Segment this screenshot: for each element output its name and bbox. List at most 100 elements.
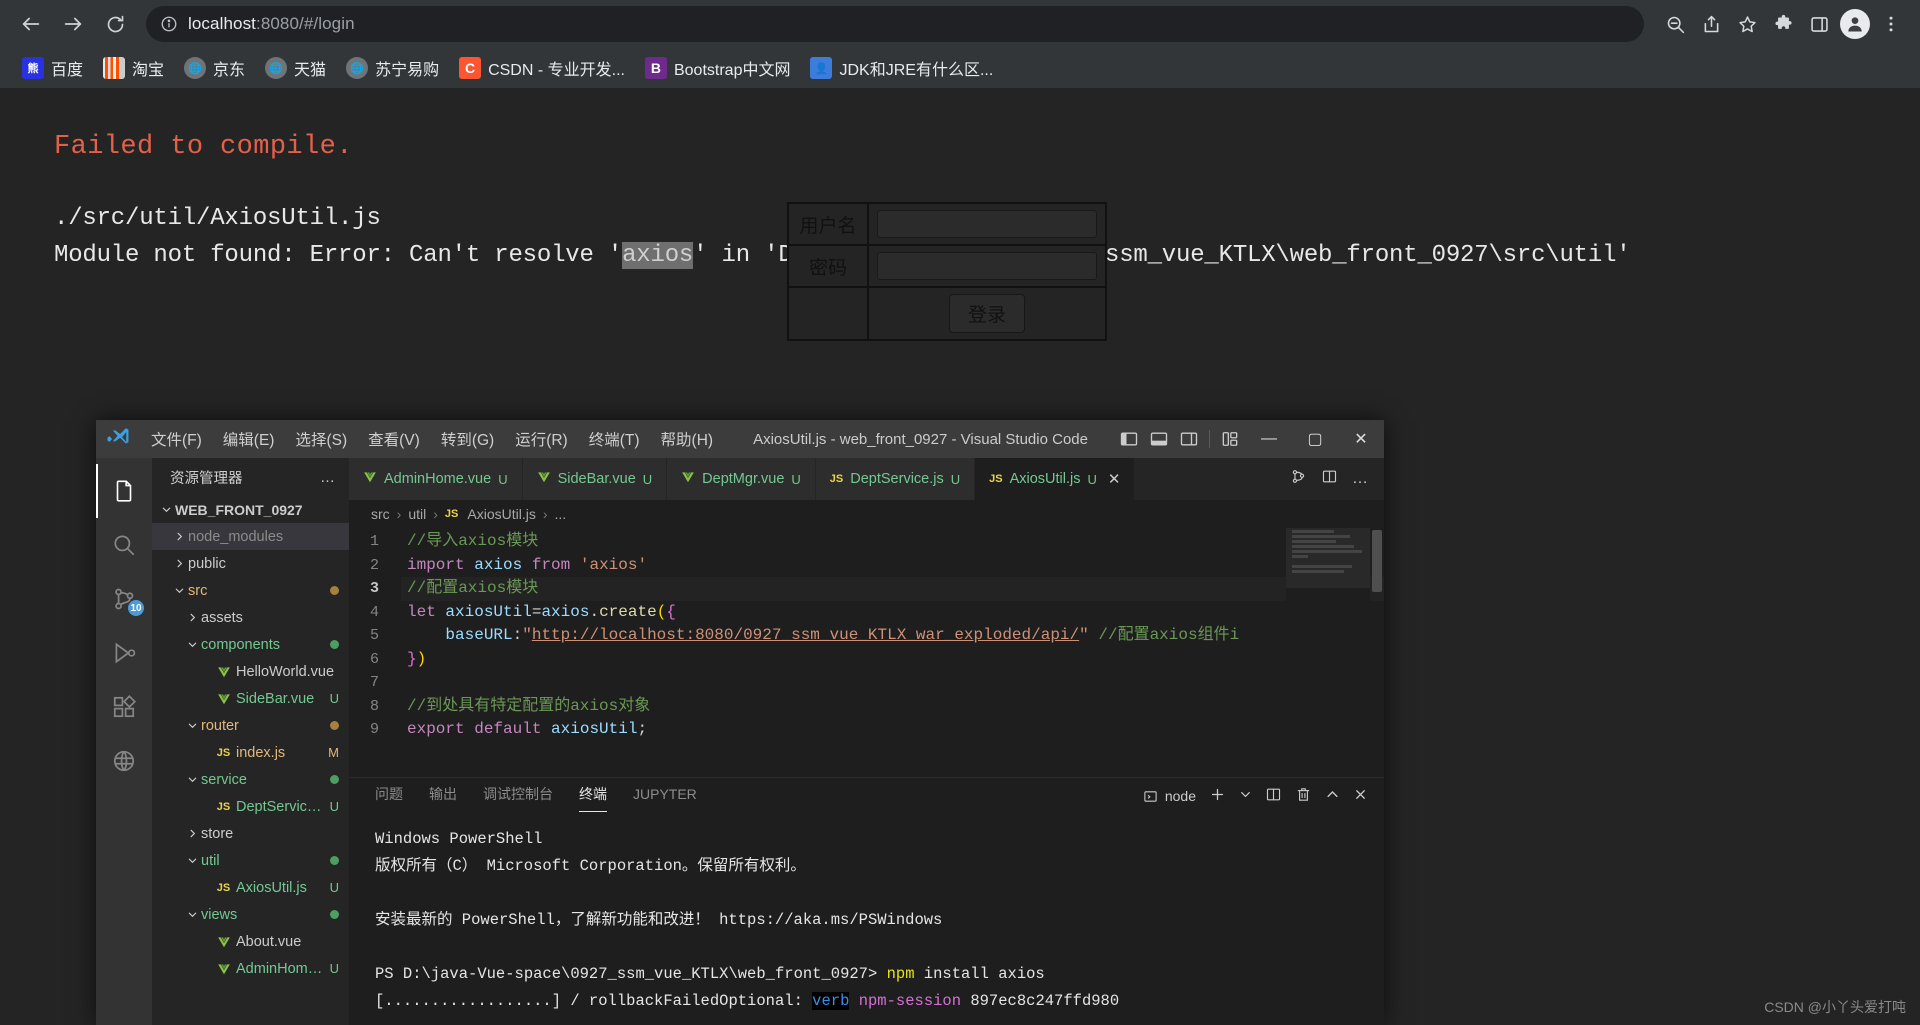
password-input[interactable] [877, 252, 1097, 280]
tree-item-adminhome-vue[interactable]: AdminHome.vue U [152, 955, 349, 982]
back-button[interactable] [12, 5, 50, 43]
tree-item-axiosutil-js[interactable]: JS AxiosUtil.js U [152, 874, 349, 901]
tree-item-index-js[interactable]: JS index.js M [152, 739, 349, 766]
tree-item-views[interactable]: views [152, 901, 349, 928]
tree-item-assets[interactable]: assets [152, 604, 349, 631]
toggle-secondary-sidebar-icon[interactable] [1179, 429, 1199, 449]
menu-item-7[interactable]: 帮助(H) [652, 424, 723, 454]
bookmark-item[interactable]: 淘宝 [95, 51, 172, 85]
bookmark-item[interactable]: 🌐 苏宁易购 [338, 51, 447, 85]
breadcrumb-segment[interactable]: AxiosUtil.js [467, 506, 535, 522]
explorer-more-icon[interactable]: … [320, 469, 337, 486]
code-token: //到处具有特定配置的axios对象 [407, 696, 651, 715]
customize-layout-icon[interactable] [1220, 429, 1240, 449]
bookmark-item[interactable]: 👤 JDK和JRE有什么区... [802, 51, 1001, 85]
bookmark-item[interactable]: 🌐 京东 [176, 51, 253, 85]
split-editor-right-icon[interactable] [1321, 468, 1338, 490]
username-input[interactable] [877, 210, 1097, 238]
js-file-icon: JS [216, 881, 231, 894]
bookmark-item[interactable]: C CSDN - 专业开发... [451, 51, 633, 85]
three-dot-menu-icon[interactable] [1874, 7, 1908, 41]
tree-item-public[interactable]: public [152, 550, 349, 577]
kill-terminal-trash-icon[interactable] [1295, 786, 1312, 806]
menu-item-6[interactable]: 终端(T) [580, 424, 649, 454]
tree-item-about-vue[interactable]: About.vue [152, 928, 349, 955]
site-info-icon[interactable] [160, 15, 178, 33]
activity-source-control-icon[interactable]: 10 [96, 572, 152, 626]
tree-item-service[interactable]: service [152, 766, 349, 793]
reload-button[interactable] [96, 5, 134, 43]
panel-tab-4[interactable]: JUPYTER [633, 786, 697, 806]
menu-item-4[interactable]: 转到(G) [432, 424, 503, 454]
more-actions-icon[interactable]: … [1352, 470, 1370, 488]
menu-item-0[interactable]: 文件(F) [142, 424, 211, 454]
menu-item-3[interactable]: 查看(V) [359, 424, 429, 454]
maximize-panel-icon[interactable] [1325, 787, 1340, 805]
close-button[interactable]: ✕ [1338, 420, 1384, 458]
panel-tab-0[interactable]: 问题 [375, 784, 403, 808]
terminal-shell-selector[interactable]: node [1143, 788, 1196, 804]
tree-item-src[interactable]: src [152, 577, 349, 604]
activity-remote-explorer-icon[interactable] [96, 734, 152, 788]
error-file-path: ./src/util/AxiosUtil.js [54, 205, 381, 232]
side-panel-icon[interactable] [1802, 7, 1836, 41]
code-token: : [512, 626, 523, 644]
panel-tab-3[interactable]: 终端 [579, 784, 607, 812]
close-icon[interactable]: ✕ [1108, 470, 1121, 488]
tree-item-node-modules[interactable]: node_modules [152, 523, 349, 550]
puzzle-extensions-icon[interactable] [1766, 7, 1800, 41]
menu-item-2[interactable]: 选择(S) [286, 424, 356, 454]
close-panel-icon[interactable] [1353, 787, 1368, 805]
bookmark-item[interactable]: 🌐 天猫 [257, 51, 334, 85]
menu-item-5[interactable]: 运行(R) [506, 424, 577, 454]
editor-tab-sidebar-vue[interactable]: SideBar.vue U [522, 458, 668, 500]
activity-explorer-icon[interactable] [96, 464, 152, 518]
minimize-button[interactable]: — [1246, 420, 1292, 458]
maximize-button[interactable]: ▢ [1292, 420, 1338, 458]
tree-item-router[interactable]: router [152, 712, 349, 739]
address-bar[interactable]: localhost:8080/#/login [146, 6, 1644, 42]
terminal-output[interactable]: Windows PowerShell 版权所有（C） Microsoft Corp… [349, 814, 1384, 1025]
activity-run-debug-icon[interactable] [96, 626, 152, 680]
activity-search-icon[interactable] [96, 518, 152, 572]
breadcrumb-segment[interactable]: util [408, 506, 426, 522]
tree-item-util[interactable]: util [152, 847, 349, 874]
tree-root-folder[interactable]: WEB_FRONT_0927 [152, 496, 349, 523]
editor-scrollbar[interactable] [1372, 530, 1382, 592]
editor-minimap[interactable] [1286, 528, 1370, 777]
split-terminal-icon[interactable] [1265, 786, 1282, 806]
code-line: 5 baseURL:"http://localhost:8080/0927_ss… [349, 624, 1384, 648]
tree-item-sidebar-vue[interactable]: SideBar.vue U [152, 685, 349, 712]
panel-tab-1[interactable]: 输出 [429, 784, 457, 808]
breadcrumb-segment[interactable]: ... [555, 506, 567, 522]
minimap-viewport[interactable] [1286, 528, 1370, 588]
bookmark-star-icon[interactable] [1730, 7, 1764, 41]
share-icon[interactable] [1694, 7, 1728, 41]
editor-tab-deptmgr-vue[interactable]: DeptMgr.vue U [667, 458, 816, 500]
panel-tab-2[interactable]: 调试控制台 [483, 784, 553, 808]
zoom-search-icon[interactable] [1658, 7, 1692, 41]
new-terminal-icon[interactable] [1209, 786, 1226, 806]
editor-tab-adminhome-vue[interactable]: AdminHome.vue U [349, 458, 523, 500]
breadcrumb-segment[interactable]: src [371, 506, 390, 522]
tree-item-store[interactable]: store [152, 820, 349, 847]
login-submit-button[interactable]: 登录 [948, 294, 1025, 333]
editor-tab-axiosutil-js[interactable]: JS AxiosUtil.js U ✕ [975, 458, 1136, 500]
chevron-down-icon[interactable] [1239, 788, 1252, 804]
activity-extensions-icon[interactable] [96, 680, 152, 734]
code-text: import axios from 'axios' [401, 554, 1384, 578]
split-editor-compare-icon[interactable] [1290, 468, 1307, 490]
profile-avatar[interactable] [1838, 7, 1872, 41]
forward-button[interactable] [54, 5, 92, 43]
tree-item-helloworld-vue[interactable]: HelloWorld.vue [152, 658, 349, 685]
tree-item-deptservice-js[interactable]: JS DeptService.js U [152, 793, 349, 820]
toggle-panel-icon[interactable] [1149, 429, 1169, 449]
bookmark-item[interactable]: B Bootstrap中文网 [637, 51, 799, 85]
tree-item-components[interactable]: components [152, 631, 349, 658]
menu-item-1[interactable]: 编辑(E) [214, 424, 284, 454]
bookmark-item[interactable]: 熊百度 [14, 51, 91, 85]
editor-tab-deptservice-js[interactable]: JS DeptService.js U [815, 458, 976, 500]
toggle-primary-sidebar-icon[interactable] [1119, 429, 1139, 449]
code-editor[interactable]: 1 //导入axios模块 2 import axios from 'axios' 3 /… [349, 528, 1384, 777]
